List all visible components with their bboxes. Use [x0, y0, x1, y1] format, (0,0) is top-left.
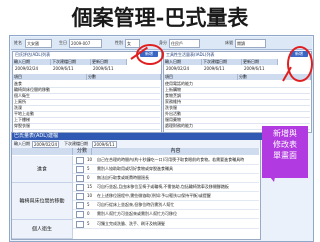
form-col-content: 內容 [92, 148, 259, 155]
identity-label: 身分 [159, 40, 167, 45]
form-option[interactable]: 5 需別人協助取用或切好食物或穿脫進食輔具 [73, 165, 259, 174]
callout-line: 單畫面 [273, 151, 297, 160]
form-input-date-label: 輸入日期 [14, 141, 30, 146]
adl-form-dates: 輸入日期 2009/02/24 下次建檔日期 2009/6/11 [12, 140, 260, 148]
adl-row-update-date[interactable]: 2009/6/11 [92, 66, 114, 72]
callout-line: 修改表 [273, 140, 297, 149]
adl-col-input-date: 輸入日期 [13, 59, 51, 65]
iadl-col-update-date: 更新日期 [242, 59, 278, 65]
birthday-label: 生日 [59, 40, 67, 45]
callout-line: 新增與 [273, 129, 297, 138]
adl-col-update-date: 更新日期 [91, 59, 127, 65]
bed-label: 床號 [225, 40, 233, 45]
bed-field[interactable]: 閱讀 [235, 39, 266, 48]
page-title: 個案管理-巴式量表 [71, 5, 249, 30]
form-option[interactable]: 0 無法自行取食或耗費時間過長 [73, 174, 259, 183]
form-option[interactable]: 5 可獨立完成洗臉、洗手、刷牙及梳頭髮 [73, 220, 259, 229]
iadl-row-update-date[interactable]: 2009/6/11 [243, 66, 265, 72]
score-checkbox[interactable] [76, 156, 84, 164]
score-checkbox[interactable] [76, 183, 84, 191]
score-checkbox[interactable] [76, 174, 84, 182]
adl-sub-col-item: 項目 [13, 74, 87, 80]
adl-item: 穿脫衣服 [14, 123, 160, 130]
highlight-circle [136, 44, 164, 65]
form-option[interactable]: 0 需別人幫忙方可坐起來或需別人幫忙方可移位 [73, 210, 259, 219]
form-category-transfer: 輪椅與床位間的移動 [12, 183, 73, 220]
name-field[interactable]: 大安國 [25, 39, 52, 48]
gender-field[interactable]: 女 [125, 39, 140, 48]
adl-row-input-date[interactable]: 2009/02/24 [14, 66, 38, 72]
form-next-date-label: 下次建檔日期 [64, 141, 88, 146]
score-checkbox[interactable] [76, 201, 84, 209]
form-input-date-field[interactable]: 2009/02/24 [32, 141, 60, 148]
iadl-col-next-date: 下次建檔日期 [202, 59, 242, 65]
form-option[interactable]: 15 可自行坐起,且由床移位至椅子或輪椅,不需協助,包括輪椅煞車及移開腳踏板 [73, 183, 259, 192]
form-option[interactable]: 5 可自行從床上坐起來,但移位時仍需別人幫忙 [73, 201, 259, 210]
form-next-date-field[interactable]: 2009/6/11 [92, 141, 117, 148]
iadl-row-input-date[interactable]: 2009/02/24 [165, 66, 189, 72]
score-checkbox[interactable] [76, 220, 84, 228]
callout-note: 新增與 修改表 單畫面 [262, 126, 308, 178]
adl-form-panel: 巴氏量表(ADL)建檔 輸入日期 2009/02/24 下次建檔日期 2009/… [11, 132, 262, 240]
score-checkbox[interactable] [76, 192, 84, 200]
form-col-score: 分數 [73, 148, 92, 155]
name-label: 姓名 [14, 40, 22, 45]
iadl-col-input-date: 輸入日期 [164, 59, 202, 65]
identity-field[interactable]: 住民戶 [169, 39, 200, 48]
form-category-eating: 進食 [12, 156, 73, 183]
birthday-field[interactable]: 2009-007 [69, 39, 102, 48]
adl-form-title: 巴氏量表(ADL)建檔 [12, 133, 262, 140]
gender-label: 性別 [115, 40, 123, 45]
highlight-circle [287, 46, 313, 82]
adl-sub-col-score: 分數 [87, 74, 161, 80]
form-col-category [12, 148, 73, 155]
form-option[interactable]: 10 在上述移位過程中,需些微協助(例如:予以輕扶以保持平衡)或提醒 [73, 192, 259, 201]
form-category-hygiene: 個人衛生 [12, 220, 73, 239]
iadl-sub-col-item: 項目 [164, 74, 238, 80]
adl-col-next-date: 下次建檔日期 [51, 59, 91, 65]
adl-row-next-date[interactable]: 2009/6/11 [52, 66, 74, 72]
callout-tail [266, 172, 276, 182]
form-option[interactable]: 10 自己在合理的時間內(約十秒鐘吃一口)可用筷子取食眼前的食物。若需要進食輔具時 [73, 156, 259, 165]
adl-list-panel: 巴氏評估(ADL)列表 新增 輸入日期 下次建檔日期 更新日期 2009/02/… [12, 51, 162, 133]
score-checkbox[interactable] [76, 165, 84, 173]
iadl-row-next-date[interactable]: 2009/6/11 [203, 66, 225, 72]
score-checkbox[interactable] [76, 210, 84, 218]
